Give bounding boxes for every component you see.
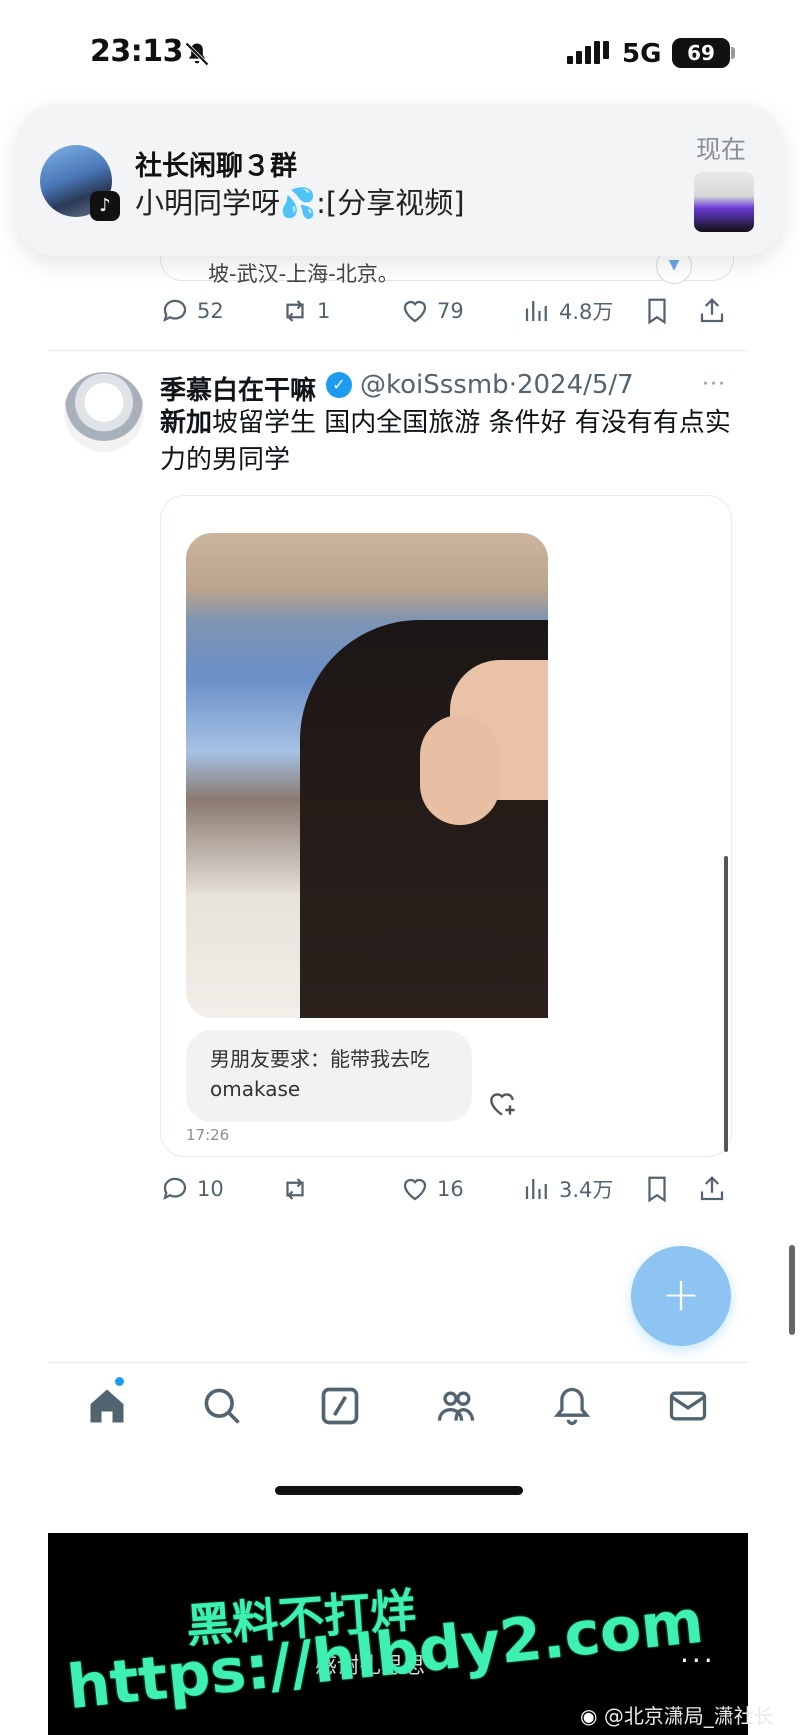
notifications-icon[interactable]: [550, 1384, 594, 1428]
communities-icon[interactable]: [434, 1384, 478, 1428]
views-icon: [525, 301, 547, 321]
retweet-count: 1: [317, 299, 331, 323]
messages-icon[interactable]: [666, 1384, 710, 1428]
retweet-button[interactable]: [280, 1174, 317, 1204]
home-icon[interactable]: [85, 1384, 129, 1428]
search-icon[interactable]: [200, 1384, 244, 1428]
grok-icon[interactable]: [318, 1384, 362, 1428]
previous-post-text: 坡-武汉-上海-北京。: [208, 262, 399, 286]
page-scrollbar[interactable]: [789, 1245, 795, 1335]
tweet-text-bold: 新加: [160, 408, 213, 438]
bell-muted-icon: [185, 42, 209, 66]
heart-icon: [403, 300, 427, 323]
chat-time: 17:26: [186, 1126, 230, 1144]
reply-button[interactable]: 52: [160, 296, 224, 326]
tweet-divider: [48, 350, 748, 351]
verified-badge-icon: ✓: [326, 372, 352, 398]
tweet-text: 新加坡留学生 国内全国旅游 条件好 有没有有点实力的男同学: [160, 405, 740, 479]
like-count: 79: [437, 299, 464, 323]
like-button[interactable]: 16: [400, 1174, 464, 1204]
like-button[interactable]: 79: [400, 296, 464, 326]
notification-time: 现在: [696, 135, 747, 164]
views-count: 4.8万: [559, 300, 614, 324]
home-indicator[interactable]: [275, 1486, 523, 1495]
weibo-logo-icon: ◉: [580, 1704, 598, 1728]
avatar[interactable]: [64, 372, 144, 452]
notification-message: 小明同学呀💦:[分享视频]: [135, 186, 465, 220]
heart-plus-icon[interactable]: [486, 1088, 518, 1120]
media-scrollbar[interactable]: [724, 856, 728, 1152]
reply-icon: [163, 1177, 187, 1200]
signal-icon: [567, 41, 609, 64]
tweet-text-rest: 坡留学生 国内全国旅游 条件好 有没有有点实力的男同学: [160, 408, 731, 475]
more-options-icon[interactable]: ···: [702, 372, 726, 397]
reply-button[interactable]: 10: [160, 1174, 224, 1204]
home-notification-dot: [115, 1377, 124, 1386]
compose-button[interactable]: +: [631, 1246, 731, 1346]
like-count: 16: [437, 1177, 464, 1201]
reply-count: 10: [197, 1177, 224, 1201]
tweet-handle-date[interactable]: @koiSssmb·2024/5/7: [360, 370, 634, 400]
bookmark-icon[interactable]: [642, 1174, 672, 1204]
chat-message: 男朋友要求：能带我去吃omakase: [210, 1047, 430, 1101]
photo-subject-hand: [420, 715, 500, 825]
battery-tip: [731, 47, 735, 59]
retweet-icon: [286, 300, 304, 322]
credit-text: @北京潇局_潇社长: [603, 1704, 774, 1728]
share-icon[interactable]: [697, 296, 727, 326]
bookmark-icon[interactable]: [642, 296, 672, 326]
status-time: 23:13: [90, 34, 184, 69]
reply-icon: [163, 299, 187, 322]
share-icon[interactable]: [697, 1174, 727, 1204]
notification-thumbnail: [694, 172, 754, 232]
retweet-button[interactable]: 1: [280, 296, 330, 326]
heart-icon: [403, 1178, 427, 1201]
views-count: 3.4万: [559, 1178, 614, 1202]
views-button[interactable]: 4.8万: [522, 296, 613, 326]
retweet-icon: [286, 1178, 304, 1200]
tweet-author-name[interactable]: 季慕白在干嘛: [160, 370, 316, 407]
weibo-credit: ◉ @北京潇局_潇社长: [580, 1700, 774, 1729]
reply-count: 52: [197, 299, 224, 323]
nav-divider: [48, 1362, 748, 1363]
battery-indicator: 69: [672, 38, 730, 68]
tiktok-app-icon: ♪: [90, 191, 120, 221]
network-type: 5G: [622, 39, 662, 69]
views-button[interactable]: 3.4万: [522, 1174, 613, 1204]
notification-title: 社长闲聊３群: [135, 151, 297, 182]
views-icon: [525, 1179, 547, 1199]
